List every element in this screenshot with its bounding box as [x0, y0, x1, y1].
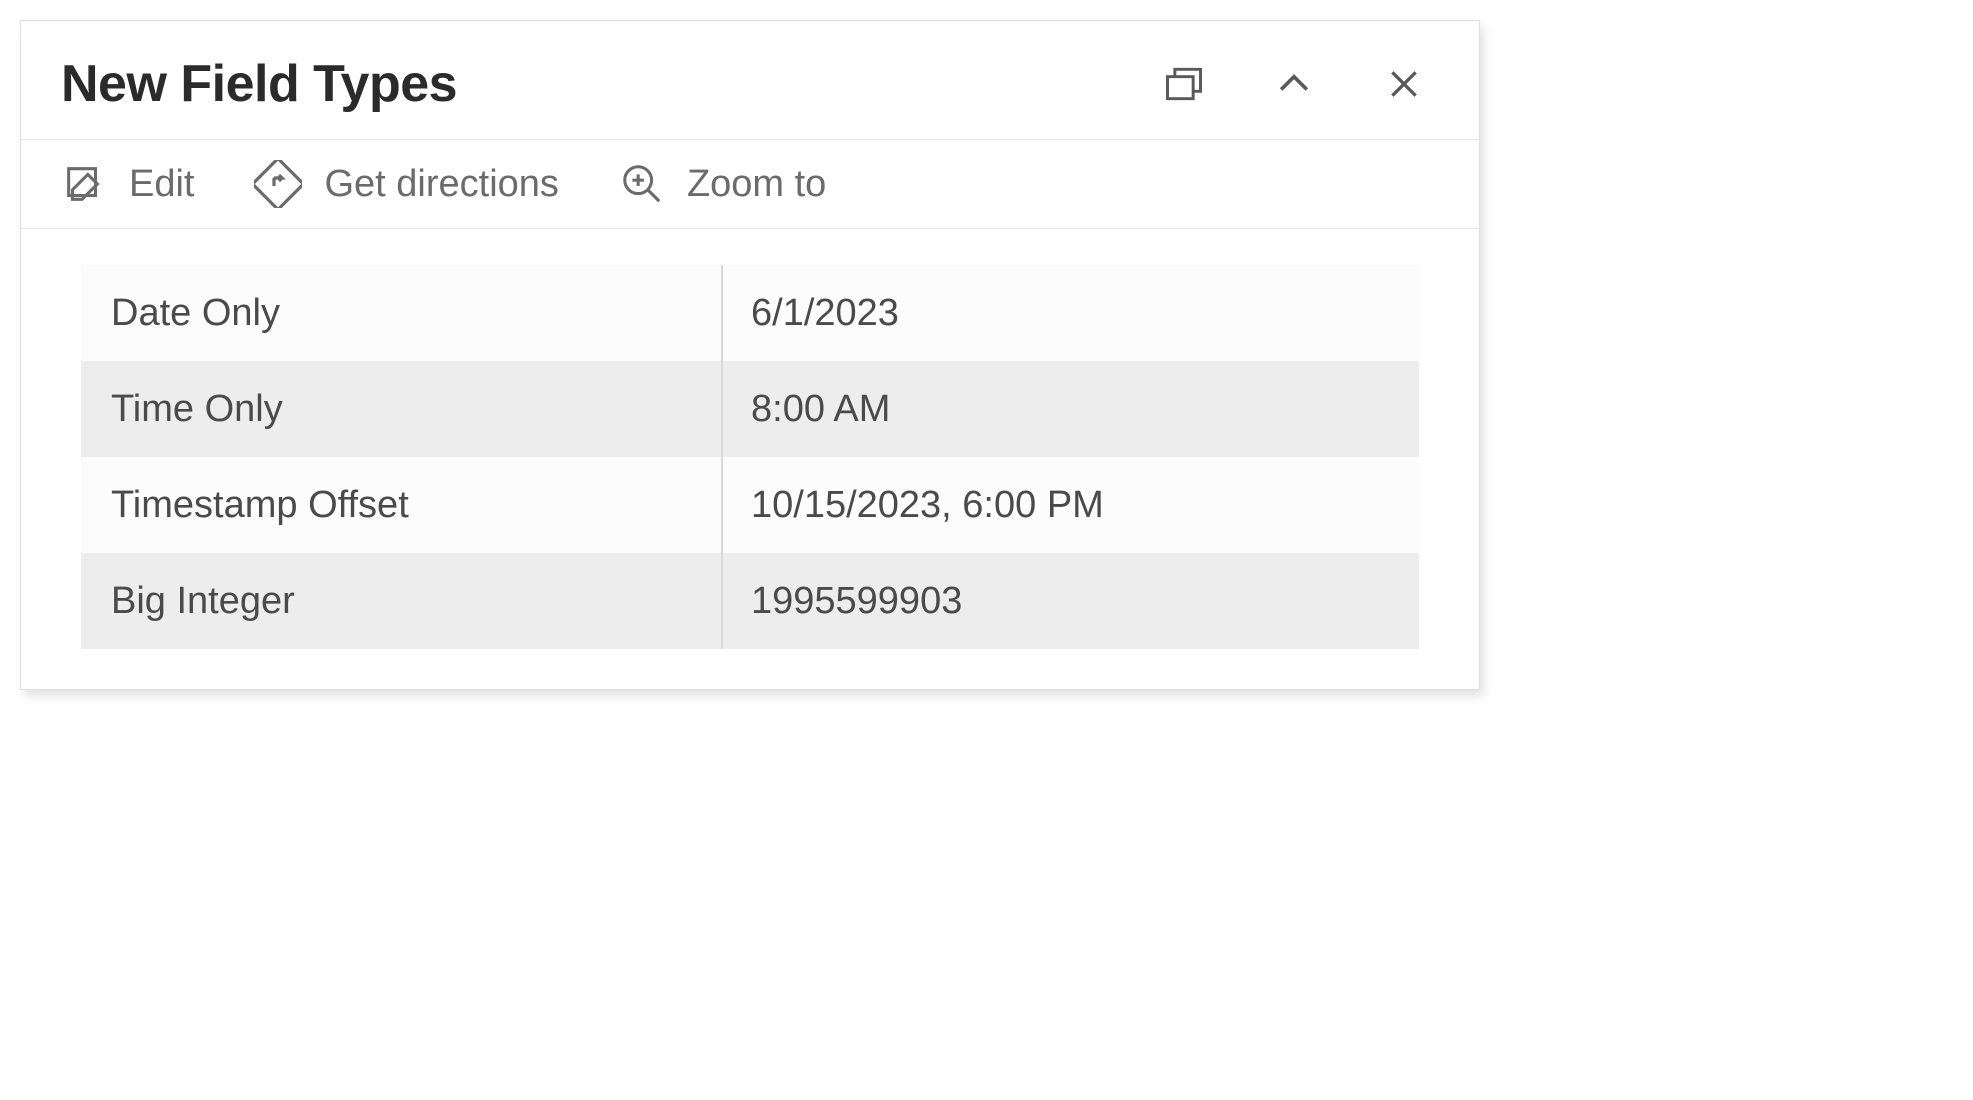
table-row: Date Only 6/1/2023 — [81, 265, 1419, 361]
field-label: Big Integer — [81, 580, 721, 623]
edit-label: Edit — [129, 163, 194, 206]
get-directions-button[interactable]: Get directions — [254, 160, 558, 208]
dock-icon — [1162, 62, 1206, 106]
close-icon — [1384, 64, 1424, 104]
table-row: Timestamp Offset 10/15/2023, 6:00 PM — [81, 457, 1419, 553]
edit-icon — [61, 161, 107, 207]
zoom-to-label: Zoom to — [687, 163, 826, 206]
table-row: Time Only 8:00 AM — [81, 361, 1419, 457]
chevron-up-icon — [1272, 62, 1316, 106]
field-label: Timestamp Offset — [81, 484, 721, 527]
dock-button[interactable] — [1149, 49, 1219, 119]
field-value: 8:00 AM — [721, 388, 1419, 431]
directions-icon — [254, 160, 302, 208]
edit-button[interactable]: Edit — [61, 161, 194, 207]
field-value: 6/1/2023 — [721, 292, 1419, 335]
collapse-button[interactable] — [1259, 49, 1329, 119]
popup-toolbar: Edit Get directions Zoom to — [21, 140, 1479, 229]
field-value: 1995599903 — [721, 580, 1419, 623]
zoom-in-icon — [619, 161, 665, 207]
popup-header: New Field Types — [21, 21, 1479, 140]
fields-table: Date Only 6/1/2023 Time Only 8:00 AM Tim… — [81, 265, 1419, 649]
popup-panel: New Field Types — [20, 20, 1480, 690]
popup-content: Date Only 6/1/2023 Time Only 8:00 AM Tim… — [21, 229, 1479, 689]
zoom-to-button[interactable]: Zoom to — [619, 161, 826, 207]
table-row: Big Integer 1995599903 — [81, 553, 1419, 649]
field-value: 10/15/2023, 6:00 PM — [721, 484, 1419, 527]
popup-title: New Field Types — [61, 54, 1109, 114]
field-label: Date Only — [81, 292, 721, 335]
close-button[interactable] — [1369, 49, 1439, 119]
field-label: Time Only — [81, 388, 721, 431]
get-directions-label: Get directions — [324, 163, 558, 206]
